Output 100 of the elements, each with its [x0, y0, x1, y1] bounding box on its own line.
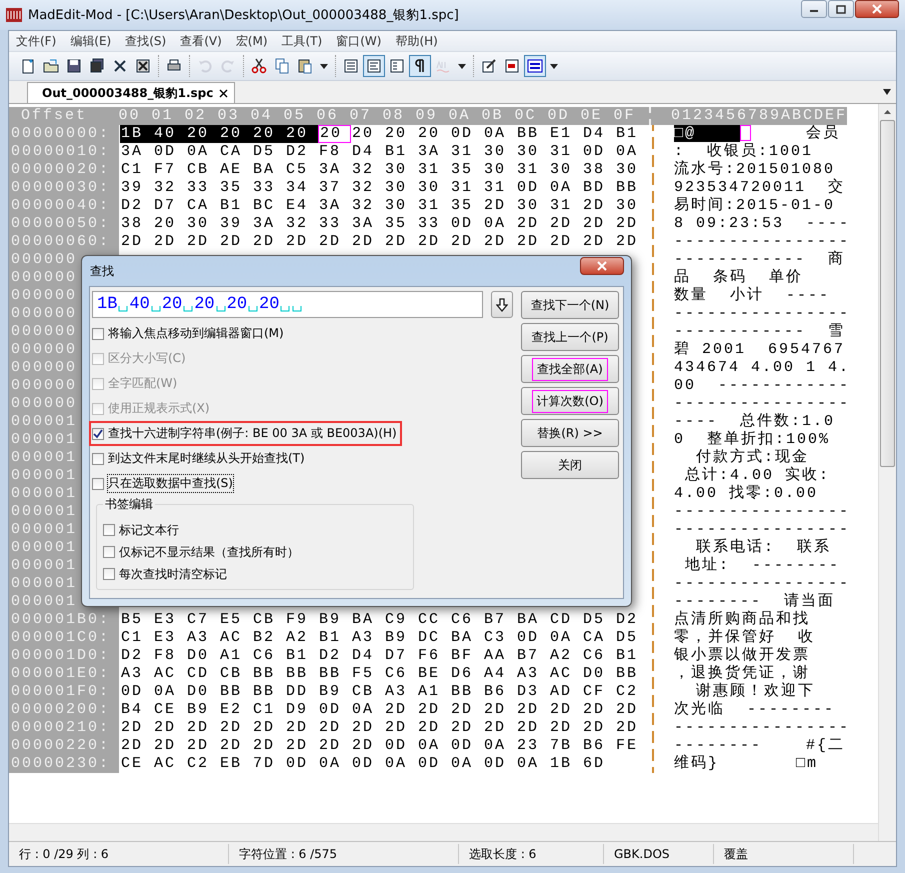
horizontal-scrollbar[interactable] [9, 823, 878, 841]
text-column-line: 联系电话: 联系 [695, 539, 832, 556]
file-tab[interactable]: Out_000003488_银豹1.spc [27, 82, 236, 103]
hex-byte: BA [351, 611, 376, 629]
hex-byte: D5 [582, 611, 606, 629]
close-all-icon [135, 58, 151, 74]
hex-byte: 0D [516, 629, 540, 647]
dialog-button[interactable]: 替换(R) >> [521, 419, 619, 447]
hex-byte: 2D [120, 233, 144, 251]
checkbox[interactable] [103, 546, 115, 558]
scrollbar-thumb[interactable] [880, 120, 895, 467]
scroll-up-icon[interactable] [883, 108, 892, 117]
checkbox[interactable] [103, 524, 115, 536]
hex-byte: B2 [252, 629, 276, 647]
menu-item[interactable]: 查找(S) [118, 32, 174, 50]
text-column-line: 易时间:2015-01-0 [674, 197, 836, 214]
hex-byte: 0D [450, 737, 474, 755]
menu-item[interactable]: 文件(F) [9, 32, 64, 50]
hex-byte: BE [417, 665, 442, 683]
hex-byte: BB [615, 179, 640, 197]
close-button[interactable] [580, 257, 624, 275]
hex-byte: D4 [582, 125, 606, 143]
checkbox[interactable] [92, 478, 104, 490]
dialog-button[interactable]: 查找上一个(P) [521, 323, 619, 351]
hex-byte: 2D [186, 719, 210, 737]
hex-byte: CC [417, 611, 442, 629]
hex-byte: 0A [483, 125, 508, 143]
text-column-line: ------------ 商 [674, 251, 846, 268]
hex-byte: 2D [153, 233, 178, 251]
hex-byte: F8 [153, 647, 178, 665]
hex-byte: B1 [285, 647, 310, 665]
checkbox[interactable] [103, 568, 115, 580]
hex-byte: BB [450, 683, 474, 701]
hex-byte: E5 [219, 611, 244, 629]
hex-byte: CA [582, 629, 606, 647]
hex-byte: 30 [549, 161, 574, 179]
menu-item[interactable]: 查看(V) [173, 32, 229, 50]
hex-byte: 2D [186, 737, 210, 755]
new-file-icon [20, 58, 36, 74]
text-lines-icon [343, 58, 359, 74]
toolbar-button[interactable] [363, 55, 385, 77]
hex-byte: 33 [252, 179, 276, 197]
vertical-scrollbar[interactable] [878, 104, 896, 841]
hex-byte: F5 [351, 665, 376, 683]
hex-byte: 2D [351, 737, 376, 755]
hex-byte: 3A [351, 215, 376, 233]
hex-byte: 0D [384, 737, 408, 755]
hex-byte: 0D [582, 143, 606, 161]
cursor-box [740, 125, 752, 141]
column-header: 02 [183, 107, 208, 125]
hex-byte: 0D [516, 179, 540, 197]
hex-byte: F8 [318, 143, 342, 161]
hex-byte: BB [615, 665, 640, 683]
menu-item[interactable]: 宏(M) [228, 32, 274, 50]
hex-byte: 30 [483, 143, 508, 161]
dialog-button[interactable]: 查找全部(A) [521, 355, 619, 383]
hex-byte: 30 [384, 161, 408, 179]
hex-byte: 2D [318, 737, 342, 755]
hex-byte: BB [318, 665, 342, 683]
menu-item[interactable]: 窗口(W) [329, 32, 388, 50]
hex-byte: 2D [483, 233, 508, 251]
hex-byte: 2D [516, 701, 540, 719]
search-field[interactable]: 1B 40 20 20 20 20 [92, 291, 483, 318]
undo-icon [197, 58, 213, 74]
dialog-button[interactable]: 计算次数(O) [521, 387, 619, 415]
checkbox[interactable] [92, 452, 104, 464]
toolbar-button[interactable] [524, 55, 546, 77]
checkbox[interactable] [92, 328, 104, 340]
hex-byte: D4 [351, 647, 376, 665]
hex-byte: CA [186, 197, 210, 215]
checkbox-label[interactable]: 仅标记不显示结果（查找所有时） [119, 544, 299, 560]
folder-icon [43, 58, 59, 74]
menu-item[interactable]: 帮助(H) [388, 32, 445, 50]
selected-text: □@ [674, 125, 740, 142]
text-column-line: 434674 4.00 1 4. [674, 359, 850, 376]
hex-byte: B1 [384, 143, 408, 161]
dropdown-arrow-icon[interactable] [882, 88, 892, 96]
toolbar-button[interactable] [409, 55, 431, 77]
checkbox-label[interactable]: 标记文本行 [119, 522, 179, 538]
menu-item[interactable]: 工具(T) [274, 32, 330, 50]
hex-byte: 2D [285, 737, 310, 755]
checkbox[interactable] [92, 428, 104, 440]
offset-label: 00000220: [9, 737, 119, 755]
history-button[interactable] [491, 291, 513, 318]
dialog-button[interactable]: 关闭 [521, 451, 619, 479]
spellcheck-icon [435, 58, 451, 74]
hex-byte: 20 [153, 215, 178, 233]
minimize-button[interactable] [801, 0, 827, 18]
column-header: 04 [249, 107, 274, 125]
close-icon [596, 261, 608, 271]
checkbox-label[interactable]: 每次查找时清空标记 [119, 566, 227, 582]
menu-item[interactable]: 编辑(E) [63, 32, 118, 50]
hex-byte: E3 [153, 629, 178, 647]
dialog-button[interactable]: 查找下一个(N) [521, 291, 619, 319]
hex-byte: C1 [120, 629, 144, 647]
hex-byte: E2 [219, 701, 244, 719]
close-button[interactable] [855, 0, 899, 18]
maximize-button[interactable] [828, 0, 854, 18]
hex-byte: 0D [153, 143, 178, 161]
close-icon[interactable] [219, 88, 228, 98]
